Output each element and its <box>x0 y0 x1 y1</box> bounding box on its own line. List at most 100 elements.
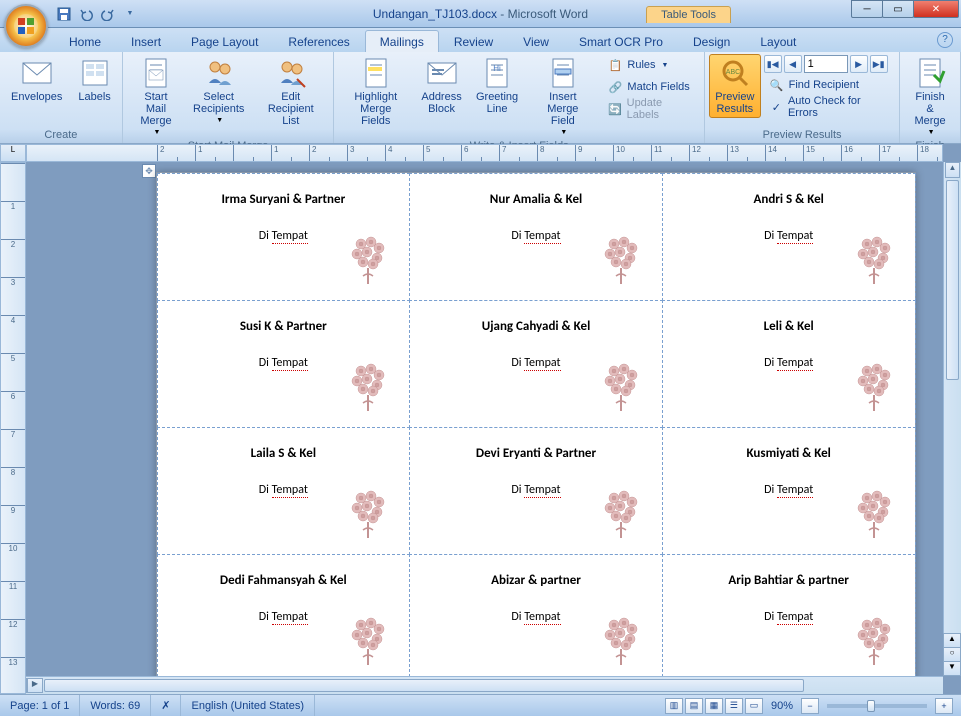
finish-merge-button[interactable]: Finish &Merge▼ <box>904 54 956 139</box>
label-cell[interactable]: Leli & Kel Di Tempat <box>662 300 916 428</box>
outline-view-button[interactable]: ☰ <box>725 698 743 714</box>
print-layout-view-button[interactable]: ▥ <box>665 698 683 714</box>
address-block-button[interactable]: AddressBlock <box>415 54 468 118</box>
proofing-status[interactable]: ✗ <box>151 695 181 716</box>
recipient-place: Di Tempat <box>259 356 308 370</box>
recipient-place: Di Tempat <box>764 610 813 624</box>
recipient-place: Di Tempat <box>764 229 813 243</box>
maximize-button[interactable]: ▭ <box>882 0 914 18</box>
label-cell[interactable]: Abizar & partner Di Tempat <box>409 554 663 677</box>
horizontal-ruler[interactable]: 211234567891011121314151617181920 <box>26 144 943 162</box>
envelopes-button[interactable]: Envelopes <box>4 54 69 106</box>
label-cell[interactable]: Susi K & Partner Di Tempat <box>157 300 411 428</box>
zoom-level[interactable]: 90% <box>771 700 793 712</box>
scroll-up-button[interactable]: ▲ <box>945 162 960 178</box>
match-icon: 🔗 <box>607 79 623 95</box>
label-cell[interactable]: Dedi Fahmansyah & Kel Di Tempat <box>157 554 411 677</box>
update-labels-button[interactable]: 🔄Update Labels <box>601 98 700 120</box>
full-screen-view-button[interactable]: ▤ <box>685 698 703 714</box>
match-fields-button[interactable]: 🔗Match Fields <box>601 76 700 98</box>
office-button[interactable] <box>4 4 48 48</box>
recipient-name: Dedi Fahmansyah & Kel <box>170 573 398 588</box>
scroll-thumb-h[interactable] <box>44 679 804 692</box>
next-page-button[interactable]: ▼ <box>943 661 961 676</box>
vertical-scrollbar[interactable]: ▲ ▼ <box>943 162 961 676</box>
scroll-right-button[interactable]: ▶ <box>27 678 43 693</box>
ribbon-tabs: HomeInsertPage LayoutReferencesMailingsR… <box>0 28 961 52</box>
prev-page-button[interactable]: ▲ <box>943 633 961 648</box>
last-record-button[interactable]: ▶▮ <box>870 55 888 73</box>
flower-icon <box>849 486 899 542</box>
tab-page-layout[interactable]: Page Layout <box>176 30 273 52</box>
label-cell[interactable]: Laila S & Kel Di Tempat <box>157 427 411 555</box>
flower-icon <box>596 359 646 415</box>
browse-select-button[interactable]: ○ <box>943 647 961 662</box>
label-cell[interactable]: Kusmiyati & Kel Di Tempat <box>662 427 916 555</box>
zoom-knob[interactable] <box>867 700 875 712</box>
tab-references[interactable]: References <box>273 30 364 52</box>
label-cell[interactable]: Nur Amalia & Kel Di Tempat <box>409 173 663 301</box>
dropdown-icon: ▼ <box>154 129 161 136</box>
tab-home[interactable]: Home <box>54 30 116 52</box>
check-icon: ✓ <box>769 99 784 115</box>
browse-object-buttons: ▲ ○ ▼ <box>943 634 961 676</box>
rules-button[interactable]: 📋Rules▼ <box>601 54 700 76</box>
redo-button[interactable] <box>98 4 118 24</box>
first-record-button[interactable]: ▮◀ <box>764 55 782 73</box>
minimize-button[interactable]: ─ <box>851 0 883 18</box>
auto-check-errors-button[interactable]: ✓Auto Check for Errors <box>763 96 896 118</box>
draft-view-button[interactable]: ▭ <box>745 698 763 714</box>
close-button[interactable]: ✕ <box>913 0 959 18</box>
labels-button[interactable]: Labels <box>71 54 117 106</box>
ruler-corner[interactable]: L <box>0 144 26 162</box>
web-layout-view-button[interactable]: ▦ <box>705 698 723 714</box>
recipient-name: Laila S & Kel <box>170 446 398 461</box>
select-recipients-button[interactable]: SelectRecipients▼ <box>187 54 250 127</box>
recipient-place: Di Tempat <box>511 229 560 243</box>
label-cell[interactable]: Devi Eryanti & Partner Di Tempat <box>409 427 663 555</box>
label-cell[interactable]: Andri S & Kel Di Tempat <box>662 173 916 301</box>
tab-view[interactable]: View <box>508 30 564 52</box>
table-move-handle[interactable]: ✥ <box>142 164 156 178</box>
recipient-place: Di Tempat <box>511 356 560 370</box>
record-number-input[interactable] <box>804 55 848 73</box>
tab-mailings[interactable]: Mailings <box>365 30 439 52</box>
tab-insert[interactable]: Insert <box>116 30 176 52</box>
horizontal-scrollbar[interactable]: ◀ ▶ <box>26 676 943 694</box>
recipient-place: Di Tempat <box>764 356 813 370</box>
document-area[interactable]: ✥ Irma Suryani & Partner Di Tempat Nur A… <box>26 162 943 676</box>
tab-design[interactable]: Design <box>678 30 745 52</box>
vertical-ruler[interactable]: 12345678910111213 <box>0 162 26 694</box>
zoom-in-button[interactable]: + <box>935 698 953 714</box>
tab-layout[interactable]: Layout <box>745 30 811 52</box>
tab-review[interactable]: Review <box>439 30 508 52</box>
recipient-name: Ujang Cahyadi & Kel <box>422 319 650 334</box>
language-status[interactable]: English (United States) <box>181 695 315 716</box>
recipient-name: Abizar & partner <box>422 573 650 588</box>
label-cell[interactable]: Irma Suryani & Partner Di Tempat <box>157 173 411 301</box>
zoom-out-button[interactable]: − <box>801 698 819 714</box>
label-cell[interactable]: Ujang Cahyadi & Kel Di Tempat <box>409 300 663 428</box>
tab-smart-ocr-pro[interactable]: Smart OCR Pro <box>564 30 678 52</box>
zoom-slider[interactable] <box>827 704 927 708</box>
prev-record-button[interactable]: ◀ <box>784 55 802 73</box>
help-button[interactable]: ? <box>937 32 953 48</box>
insert-merge-field-button[interactable]: Insert MergeField▼ <box>526 54 599 139</box>
page-status[interactable]: Page: 1 of 1 <box>0 695 80 716</box>
edit-recipient-list-button[interactable]: EditRecipient List <box>252 54 329 130</box>
start-mail-merge-button[interactable]: Start MailMerge▼ <box>127 54 185 139</box>
scroll-thumb[interactable] <box>946 180 959 380</box>
preview-results-button[interactable]: PreviewResults <box>709 54 761 118</box>
flower-icon <box>849 613 899 669</box>
save-button[interactable] <box>54 4 74 24</box>
find-recipient-button[interactable]: 🔍Find Recipient <box>763 74 896 96</box>
next-record-button[interactable]: ▶ <box>850 55 868 73</box>
qat-customize[interactable]: ▼ <box>120 4 140 24</box>
word-count[interactable]: Words: 69 <box>80 695 151 716</box>
label-cell[interactable]: Arip Bahtiar & partner Di Tempat <box>662 554 916 677</box>
recipient-place: Di Tempat <box>259 610 308 624</box>
recipient-name: Irma Suryani & Partner <box>170 192 398 207</box>
greeting-line-button[interactable]: HiGreetingLine <box>470 54 524 118</box>
highlight-merge-fields-button[interactable]: HighlightMerge Fields <box>338 54 413 130</box>
undo-button[interactable] <box>76 4 96 24</box>
